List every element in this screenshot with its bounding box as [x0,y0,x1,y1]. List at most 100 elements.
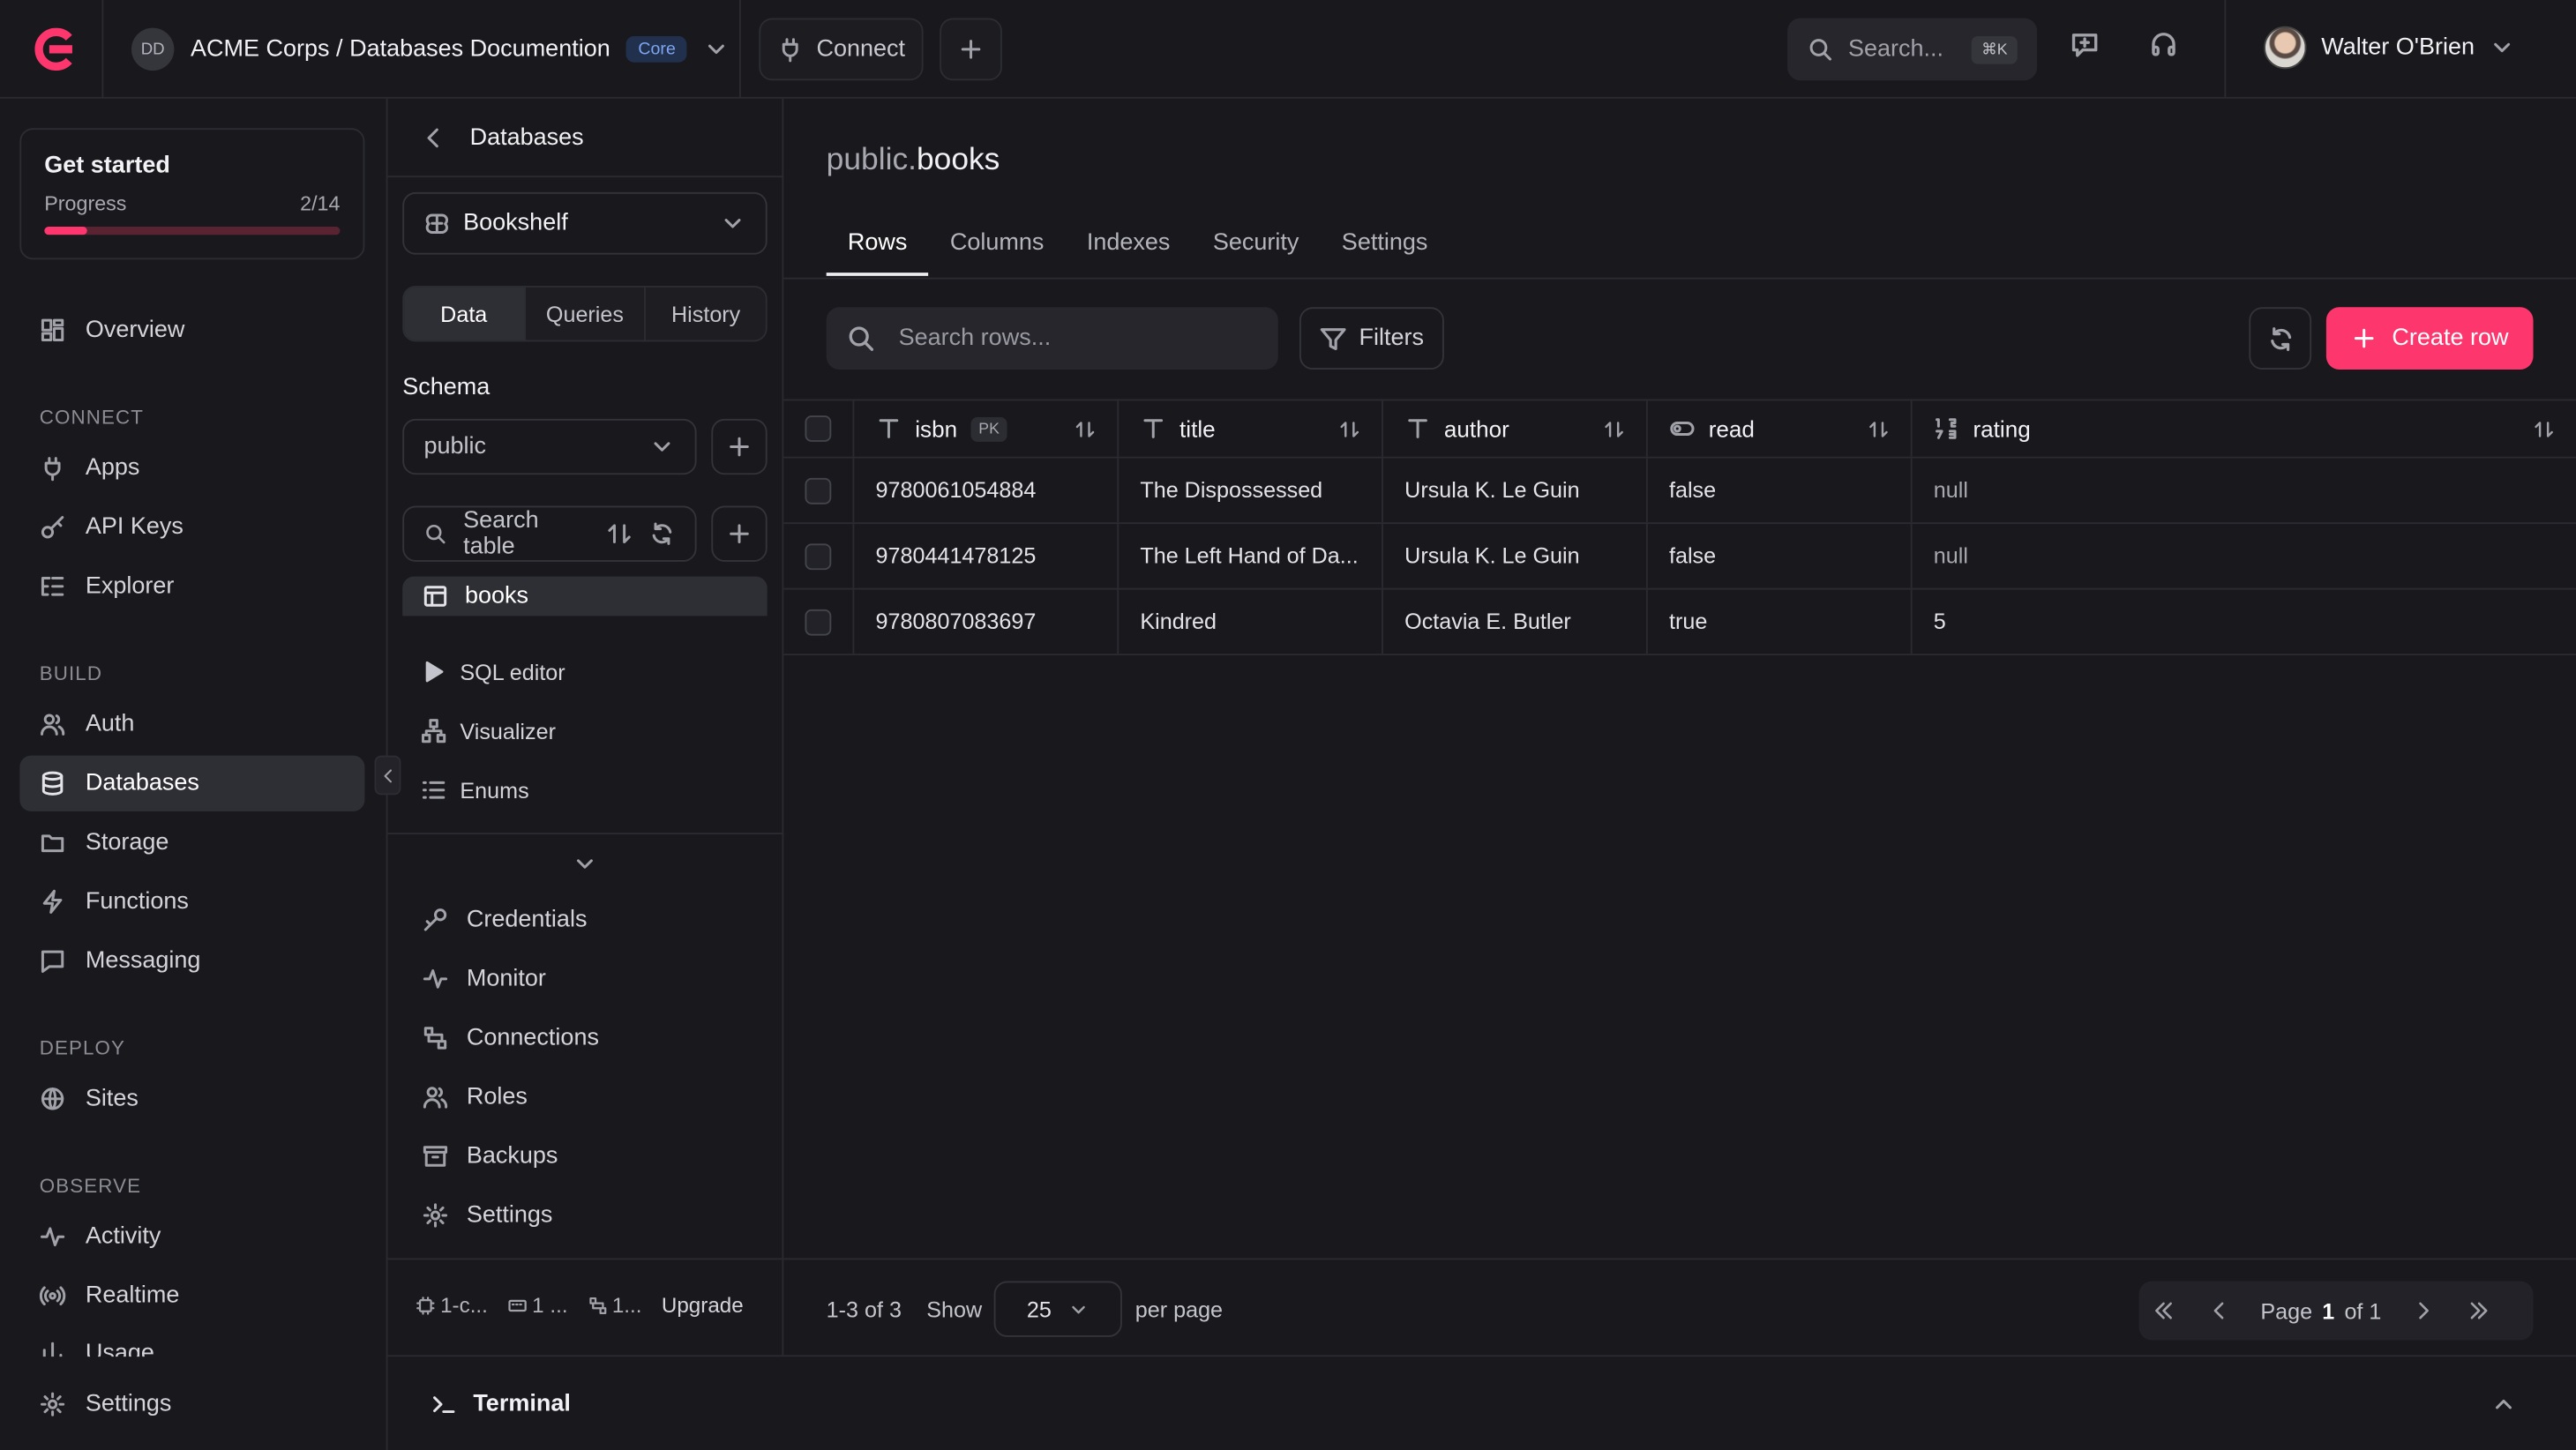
row-checkbox[interactable] [805,608,832,635]
sidebar-item-label: Functions [85,888,189,916]
sort-arrows-icon[interactable] [2534,418,2555,439]
schema-selector[interactable]: public [402,418,697,475]
segment-data[interactable]: Data [404,287,526,340]
sql-editor-link[interactable]: SQL editor [421,659,565,685]
sidebar-item-auth[interactable]: Auth [19,697,364,752]
sidebar-item-messaging[interactable]: Messaging [19,933,364,989]
tab-columns[interactable]: Columns [929,213,1066,276]
per-page-select[interactable]: 25 [993,1281,1122,1337]
first-page-icon[interactable] [2152,1299,2175,1322]
add-table-button[interactable] [711,505,768,562]
search-shortcut: ⌘K [1971,35,2018,64]
table-row[interactable]: 9780441478125 The Left Hand of Da... Urs… [783,524,2576,590]
refresh-rows-button[interactable] [2249,307,2312,370]
row-checkbox[interactable] [805,542,832,570]
chevron-up-icon[interactable] [2490,1391,2517,1417]
cell-author[interactable]: Ursula K. Le Guin [1383,458,1648,523]
sidebar-item-usage[interactable]: Usage [19,1327,364,1357]
visualizer-link[interactable]: Visualizer [421,718,556,744]
column-header-author[interactable]: author [1383,400,1648,457]
monitor-link[interactable]: Monitor [423,966,546,992]
feedback-icon[interactable] [2070,30,2100,60]
enums-label: Enums [460,777,529,803]
cell-read[interactable]: false [1648,458,1913,523]
tab-rows[interactable]: Rows [826,213,929,276]
column-header-isbn[interactable]: isbn PK [854,400,1120,457]
sort-arrows-icon[interactable] [1604,418,1625,439]
add-schema-button[interactable] [711,418,768,475]
users-icon [40,711,66,737]
cell-author[interactable]: Ursula K. Le Guin [1383,524,1648,588]
roles-link[interactable]: Roles [423,1084,528,1110]
sidebar-item-settings[interactable]: Settings [19,1377,364,1432]
user-menu[interactable]: Walter O'Brien [2264,26,2515,70]
connect-button[interactable]: Connect [759,18,924,81]
chevron-down-icon[interactable] [572,851,598,878]
cell-isbn[interactable]: 9780441478125 [854,524,1120,588]
table-item-books[interactable]: books [402,576,768,617]
upgrade-link[interactable]: Upgrade [662,1293,744,1318]
credentials-link[interactable]: Credentials [423,907,587,933]
sidebar-item-sites[interactable]: Sites [19,1071,364,1126]
cell-isbn[interactable]: 9780807083697 [854,589,1120,654]
headphones-support-icon[interactable] [2149,30,2179,60]
sidebar-item-activity[interactable]: Activity [19,1209,364,1265]
cell-rating[interactable]: 5 [1913,590,2576,654]
refresh-icon[interactable] [649,520,676,547]
sidebar-item-apps[interactable]: Apps [19,440,364,496]
tab-settings[interactable]: Settings [1321,213,1449,276]
connections-link[interactable]: Connections [423,1025,599,1051]
cell-isbn[interactable]: 9780061054884 [854,458,1120,523]
sidebar-item-realtime[interactable]: Realtime [19,1268,364,1324]
search-rows-input[interactable]: Search rows... [826,307,1278,370]
chevron-down-icon [703,36,730,63]
sidebar-item-storage[interactable]: Storage [19,815,364,871]
back-chevron-icon[interactable] [421,124,447,151]
filters-button[interactable]: Filters [1299,307,1444,370]
sidebar-item-explorer[interactable]: Explorer [19,558,364,614]
cell-title[interactable]: Kindred [1119,589,1383,654]
sort-arrows-icon[interactable] [1075,418,1096,439]
terminal-bar[interactable]: Terminal [387,1355,2576,1450]
last-page-icon[interactable] [2467,1299,2490,1322]
search-table-input[interactable]: Search table [402,505,697,562]
column-header-title[interactable]: title [1119,400,1383,457]
cell-title[interactable]: The Left Hand of Da... [1119,524,1383,588]
backups-link[interactable]: Backups [423,1143,558,1170]
global-search[interactable]: Search... ⌘K [1787,18,2038,81]
sidebar-item-api-keys[interactable]: API Keys [19,499,364,555]
tab-indexes[interactable]: Indexes [1066,213,1192,276]
cell-rating[interactable]: null [1913,524,2576,588]
cell-read[interactable]: true [1648,589,1913,654]
sidebar-item-functions[interactable]: Functions [19,874,364,930]
appwrite-logo-icon[interactable] [30,27,76,71]
create-row-button[interactable]: Create row [2325,307,2534,370]
database-selector[interactable]: Bookshelf [402,191,768,255]
enums-link[interactable]: Enums [421,777,529,803]
org-project-switcher[interactable]: DD ACME Corps / Databases Documention Co… [131,23,730,76]
row-checkbox[interactable] [805,476,832,504]
table-row[interactable]: 9780061054884 The Dispossessed Ursula K.… [783,458,2576,525]
add-button[interactable] [940,18,1002,81]
panel-settings-link[interactable]: Settings [423,1202,552,1229]
sort-arrows-icon[interactable] [606,520,633,547]
column-header-rating[interactable]: rating [1913,400,2576,456]
tab-security[interactable]: Security [1192,213,1321,276]
cell-read[interactable]: false [1648,524,1913,588]
sidebar-item-overview[interactable]: Overview [19,303,364,358]
segment-history[interactable]: History [646,288,765,340]
sort-arrows-icon[interactable] [1868,418,1889,439]
segment-queries[interactable]: Queries [525,287,647,340]
sidebar-item-databases[interactable]: Databases [19,755,365,811]
cell-title[interactable]: The Dispossessed [1119,458,1383,523]
cell-author[interactable]: Octavia E. Butler [1383,589,1648,654]
select-all-checkbox[interactable] [805,415,832,442]
next-page-icon[interactable] [2411,1299,2434,1322]
table-row[interactable]: 9780807083697 Kindred Octavia E. Butler … [783,589,2576,656]
prev-page-icon[interactable] [2208,1299,2231,1322]
get-started-card[interactable]: Get started Progress 2/14 [19,128,365,260]
column-header-read[interactable]: read [1648,400,1913,457]
cell-rating[interactable]: null [1913,459,2576,523]
numbered-list-icon [421,777,447,803]
sort-arrows-icon[interactable] [1339,418,1360,439]
